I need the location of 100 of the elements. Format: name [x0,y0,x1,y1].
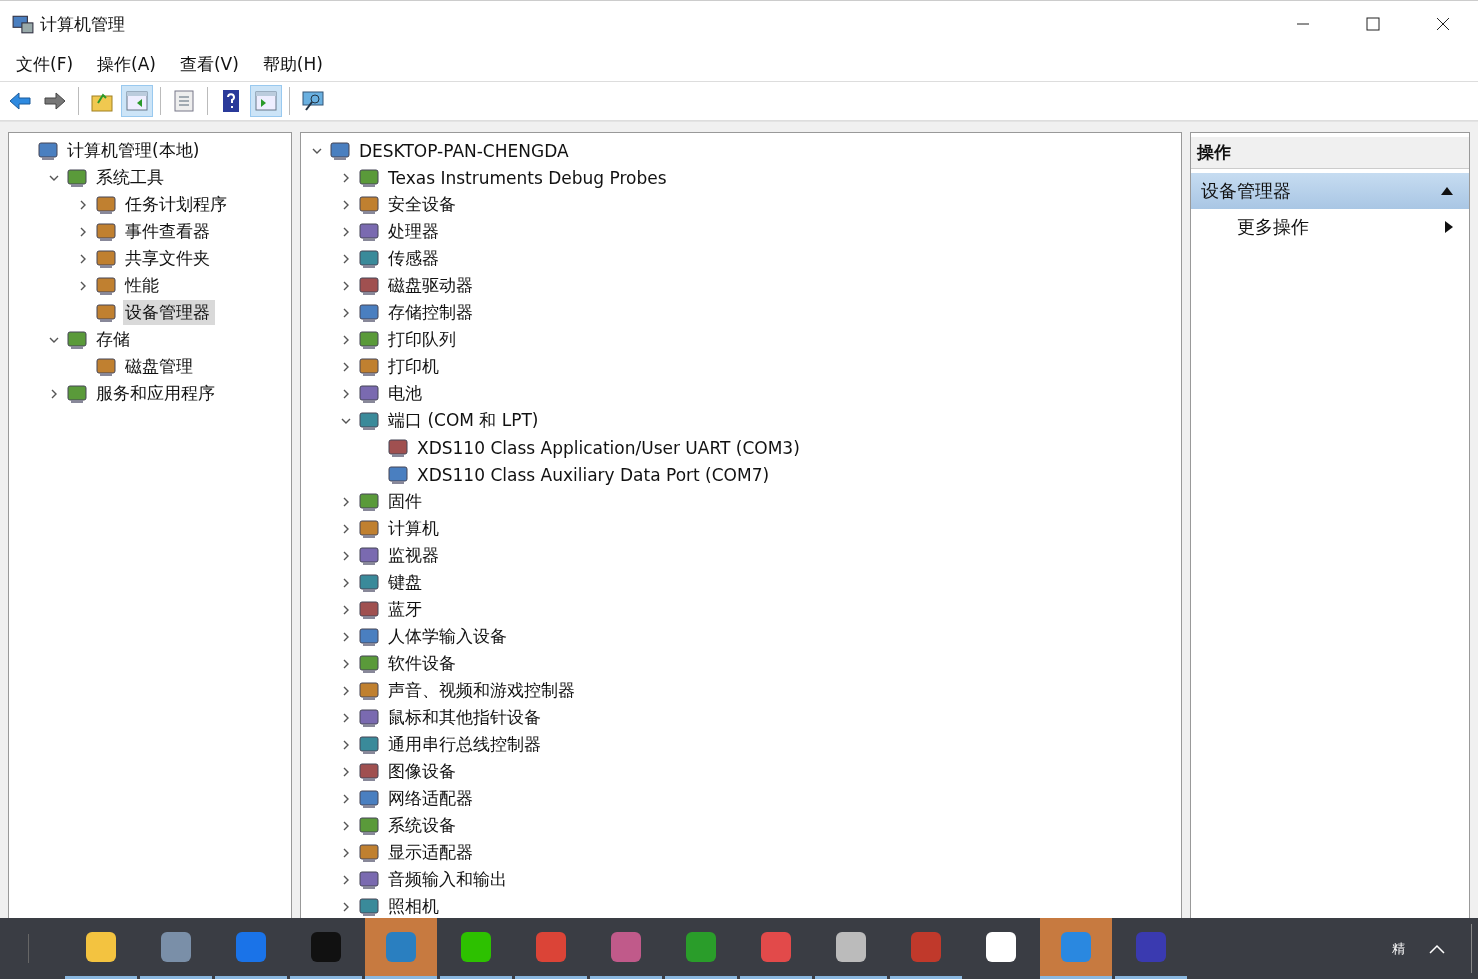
collapse-triangle-icon[interactable] [1441,187,1453,195]
tree-item[interactable]: 音频输入和输出 [386,867,512,892]
properties-icon [172,89,196,113]
expand-chevron-icon[interactable] [341,523,351,534]
tree-item[interactable]: 服务和应用程序 [94,381,220,406]
expand-chevron-icon[interactable] [341,847,351,858]
tree-item[interactable]: 共享文件夹 [123,246,215,271]
tree-item[interactable]: 磁盘驱动器 [386,273,478,298]
expand-chevron-icon[interactable] [341,793,351,804]
node-icon [66,382,88,405]
forward-icon [43,89,67,113]
tree-item[interactable]: 固件 [386,489,427,514]
expand-chevron-icon[interactable] [341,766,351,777]
expand-chevron-icon[interactable] [341,658,351,669]
node-icon [66,328,88,351]
expand-chevron-icon[interactable] [341,226,351,237]
tree-item[interactable]: 传感器 [386,246,444,271]
tree-item[interactable]: 打印机 [386,354,444,379]
tree-item[interactable]: 网络适配器 [386,786,478,811]
computer-management-icon [12,13,34,35]
expand-chevron-icon[interactable] [341,172,351,183]
expand-chevron-icon[interactable] [341,496,351,507]
tree-item[interactable]: DESKTOP-PAN-CHENGDA [357,139,574,162]
node-icon [95,220,117,243]
device-icon [358,544,380,567]
expand-chevron-icon[interactable] [341,604,351,615]
tree-item[interactable]: 通用串行总线控制器 [386,732,546,757]
tree-item[interactable]: 电池 [386,381,427,406]
tree-item[interactable]: 存储 [94,327,135,352]
expand-chevron-icon[interactable] [341,388,351,399]
tree-item[interactable]: 端口 (COM 和 LPT) [386,408,544,433]
expand-chevron-icon[interactable] [78,199,88,210]
actions-section-header[interactable]: 设备管理器 [1191,173,1469,209]
menu-item[interactable]: 操作(A) [89,50,164,78]
tree-item[interactable]: XDS110 Class Auxiliary Data Port (COM7) [415,463,775,486]
tree-item[interactable]: 磁盘管理 [123,354,198,379]
tree-item[interactable]: 鼠标和其他指针设备 [386,705,546,730]
expand-chevron-icon[interactable] [341,253,351,264]
expand-chevron-icon[interactable] [78,226,88,237]
device-icon [358,220,380,243]
tree-item[interactable]: 设备管理器 [123,300,215,325]
action-link[interactable]: 更多操作 [1237,215,1309,239]
monitor-icon [301,89,325,113]
menu-item[interactable]: 文件(F) [8,50,82,78]
close-icon [1436,17,1450,31]
expand-chevron-icon[interactable] [341,820,351,831]
tree-item[interactable]: Texas Instruments Debug Probes [386,166,672,189]
input-method-indicator[interactable]: 精 [1392,939,1405,958]
expand-chevron-icon[interactable] [341,901,351,912]
expand-chevron-icon[interactable] [341,550,351,561]
expand-chevron-icon[interactable] [341,280,351,291]
tree-item[interactable]: 系统设备 [386,813,461,838]
device-icon [387,463,409,486]
device-icon [358,652,380,675]
menu-item[interactable]: 帮助(H) [254,50,331,78]
tree-item[interactable]: 计算机管理(本地) [65,138,205,163]
device-icon [358,841,380,864]
expand-chevron-icon[interactable] [49,388,59,399]
expand-chevron-icon[interactable] [341,712,351,723]
tree-item[interactable]: 监视器 [386,543,444,568]
tree-item[interactable]: XDS110 Class Application/User UART (COM3) [415,436,805,459]
tree-item[interactable]: 处理器 [386,219,444,244]
tree-item[interactable]: 安全设备 [386,192,461,217]
device-icon [358,166,380,189]
device-icon [358,760,380,783]
expand-chevron-icon[interactable] [78,253,88,264]
menu-item[interactable]: 查看(V) [171,50,247,78]
tree-item[interactable]: 计算机 [386,516,444,541]
tree-item[interactable]: 任务计划程序 [123,192,232,217]
maximize-icon [1366,17,1380,31]
expand-chevron-icon[interactable] [341,199,351,210]
expand-chevron-icon[interactable] [341,874,351,885]
expand-chevron-icon[interactable] [341,307,351,318]
device-icon [358,868,380,891]
expand-chevron-icon[interactable] [341,577,351,588]
expand-chevron-icon[interactable] [341,334,351,345]
expand-chevron-icon[interactable] [341,361,351,372]
device-icon [358,679,380,702]
tree-item[interactable]: 键盘 [386,570,427,595]
device-icon [329,139,351,162]
expand-chevron-icon[interactable] [341,685,351,696]
tree-item[interactable]: 性能 [123,273,164,298]
expand-chevron-icon[interactable] [341,631,351,642]
tree-item[interactable]: 图像设备 [386,759,461,784]
device-icon [358,625,380,648]
tree-item[interactable]: 打印队列 [386,327,461,352]
tree-item[interactable]: 照相机 [386,894,444,918]
expand-chevron-icon[interactable] [78,280,88,291]
expand-chevron-icon[interactable] [341,739,351,750]
node-icon [95,301,117,324]
tree-item[interactable]: 显示适配器 [386,840,478,865]
show-hidden-icons-chevron-icon[interactable] [1429,943,1445,954]
device-icon [358,787,380,810]
tree-item[interactable]: 存储控制器 [386,300,478,325]
tree-item[interactable]: 蓝牙 [386,597,427,622]
tree-item[interactable]: 声音、视频和游戏控制器 [386,678,580,703]
tree-item[interactable]: 人体学输入设备 [386,624,512,649]
tree-item[interactable]: 事件查看器 [123,219,215,244]
tree-item[interactable]: 系统工具 [94,165,169,190]
tree-item[interactable]: 软件设备 [386,651,461,676]
